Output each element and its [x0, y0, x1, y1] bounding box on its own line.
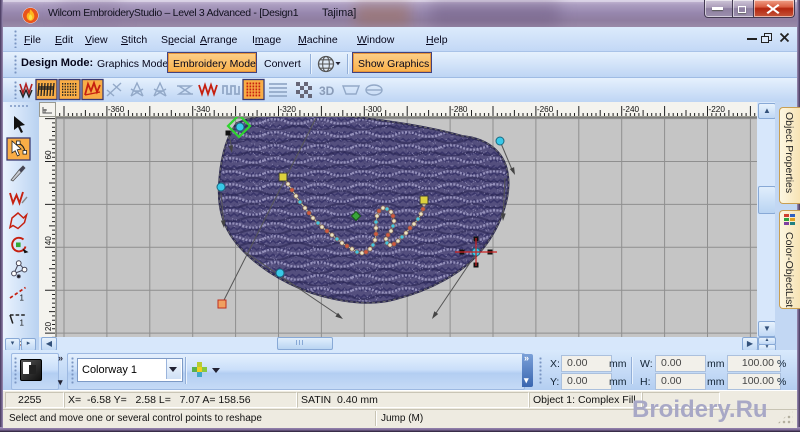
svg-text:-220: -220: [709, 105, 726, 114]
svg-text:-260: -260: [537, 105, 554, 114]
svg-text:3D: 3D: [319, 84, 335, 98]
svg-text:-280: -280: [451, 105, 468, 114]
svg-text:-300: -300: [365, 105, 382, 114]
svg-text:1: 1: [20, 319, 25, 328]
svg-text:1: 1: [20, 294, 25, 303]
svg-text:20: 20: [44, 322, 53, 332]
svg-text:60: 60: [44, 150, 53, 160]
svg-text:-240: -240: [623, 105, 640, 114]
svg-text:-320: -320: [280, 105, 297, 114]
svg-text:40: 40: [44, 236, 53, 246]
svg-text:-360: -360: [108, 105, 125, 114]
svg-text:-340: -340: [194, 105, 211, 114]
